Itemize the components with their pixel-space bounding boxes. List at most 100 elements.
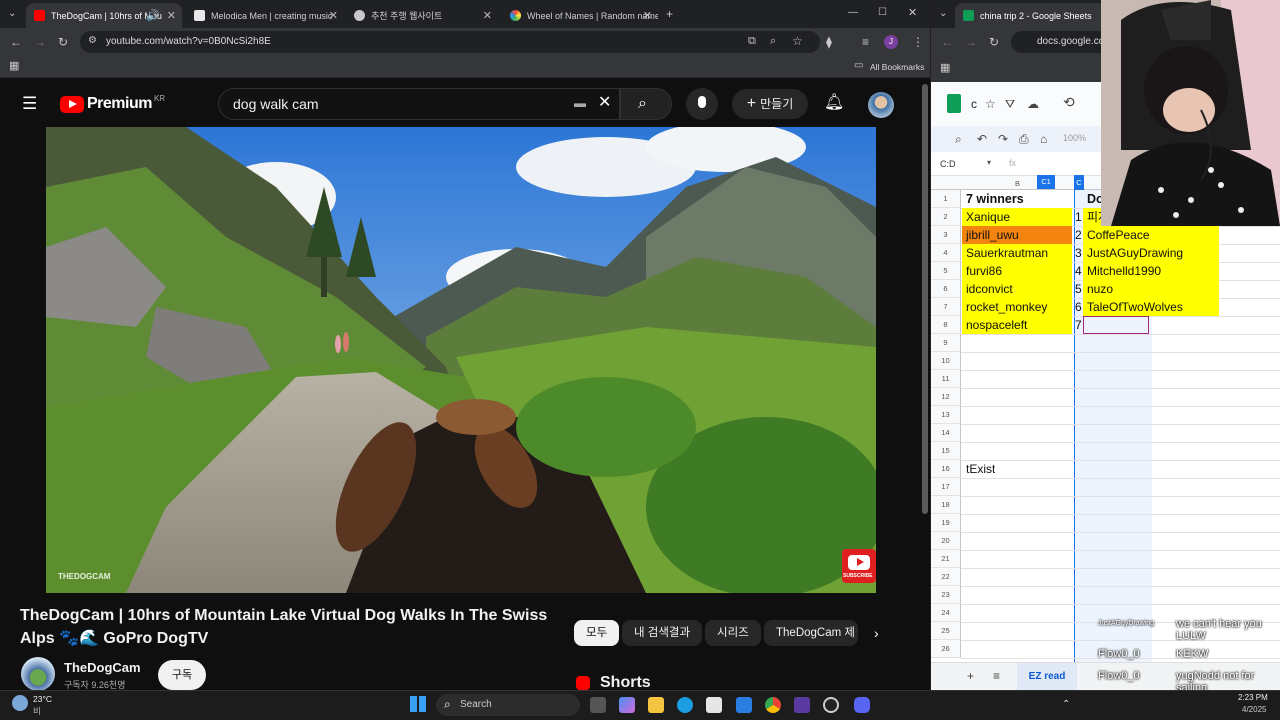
reading-list-icon[interactable]: ≡: [862, 36, 869, 48]
create-button[interactable]: + 만들기: [732, 89, 808, 119]
chip-series[interactable]: 시리즈: [705, 620, 761, 646]
search-menus-icon[interactable]: ⌕: [955, 133, 962, 145]
column-header-c1[interactable]: C1: [1037, 175, 1055, 189]
profile-avatar[interactable]: J: [884, 35, 898, 49]
tab-google-sheets[interactable]: china trip 2 - Google Sheets: [955, 3, 1105, 28]
cell-b2[interactable]: Xanique: [962, 208, 1072, 226]
row-number[interactable]: 10: [931, 352, 961, 370]
cell-b7[interactable]: rocket_monkey: [962, 298, 1072, 316]
app-icon[interactable]: [736, 697, 752, 713]
row-number[interactable]: 20: [931, 532, 961, 550]
row-number[interactable]: 11: [931, 370, 961, 388]
cell-c6[interactable]: nuzo: [1083, 280, 1219, 298]
row-number[interactable]: 21: [931, 550, 961, 568]
row-number[interactable]: 18: [931, 496, 961, 514]
spreadsheet-grid[interactable]: B C1 C 17 winners Do 2 Xanique 1 피자 3 jibrill_u…: [931, 175, 1280, 662]
taskbar-search[interactable]: ⌕ Search: [436, 694, 580, 716]
obs-icon[interactable]: [823, 697, 839, 713]
back-icon[interactable]: ←: [10, 36, 22, 48]
sheet-tab-ez-read[interactable]: EZ read: [1017, 663, 1077, 690]
channel-name[interactable]: TheDogCam: [64, 660, 141, 675]
cell-b1[interactable]: 7 winners: [962, 190, 1072, 208]
cell-b8[interactable]: nospaceleft: [962, 316, 1072, 334]
close-tab-icon[interactable]: ✕: [329, 9, 338, 22]
move-icon[interactable]: ⛛: [1005, 98, 1015, 110]
bookmark-star-icon[interactable]: ☆: [792, 35, 803, 47]
reload-icon[interactable]: ↻: [989, 36, 999, 48]
chevron-right-icon[interactable]: ›: [874, 626, 879, 640]
close-window-icon[interactable]: ✕: [908, 8, 917, 19]
row-number[interactable]: 9: [931, 334, 961, 352]
weather-temp[interactable]: 23°C: [33, 694, 52, 704]
row-number[interactable]: 25: [931, 622, 961, 640]
cell-b16[interactable]: tExist: [962, 460, 995, 478]
tab-search-icon[interactable]: ⌄: [8, 9, 16, 19]
discord-icon[interactable]: [854, 697, 870, 713]
hamburger-menu-icon[interactable]: ☰: [22, 95, 37, 112]
subscribe-button[interactable]: 구독: [158, 660, 206, 690]
redo-icon[interactable]: ↷: [998, 133, 1008, 145]
row-number[interactable]: 5: [931, 262, 961, 280]
apps-grid-icon[interactable]: ▦: [940, 63, 950, 74]
forward-icon[interactable]: →: [34, 36, 46, 48]
row-number[interactable]: 16: [931, 460, 961, 478]
tab-wheel-of-names[interactable]: Wheel of Names | Random name ✕: [502, 3, 658, 28]
row-number[interactable]: 4: [931, 244, 961, 262]
back-icon[interactable]: ←: [941, 36, 953, 48]
close-tab-icon[interactable]: ✕: [167, 9, 176, 22]
store-icon[interactable]: [706, 697, 722, 713]
close-tab-icon[interactable]: ✕: [483, 9, 492, 22]
close-tab-icon[interactable]: ✕: [643, 9, 652, 22]
forward-icon[interactable]: →: [965, 36, 977, 48]
row-number[interactable]: 3: [931, 226, 961, 244]
row-number[interactable]: 23: [931, 586, 961, 604]
all-bookmarks-link[interactable]: All Bookmarks: [870, 62, 924, 72]
scrollbar-thumb[interactable]: [922, 84, 928, 514]
new-tab-icon[interactable]: +: [666, 8, 673, 20]
clear-search-icon[interactable]: ✕: [598, 95, 611, 111]
install-icon[interactable]: ⧉: [748, 36, 756, 47]
cell-c4[interactable]: JustAGuyDrawing: [1083, 244, 1219, 262]
cell-c3[interactable]: CoffePeace: [1083, 226, 1219, 244]
row-number[interactable]: 6: [931, 280, 961, 298]
sheets-logo-icon[interactable]: [947, 94, 961, 113]
tab-search-icon[interactable]: ⌄: [939, 9, 947, 19]
zoom-select[interactable]: 100%: [1063, 133, 1086, 143]
cell-b5[interactable]: furvi86: [962, 262, 1072, 280]
reload-icon[interactable]: ↻: [58, 36, 68, 48]
notifications-bell-icon[interactable]: 🔔︎: [824, 95, 844, 111]
cell-b6[interactable]: idconvict: [962, 280, 1072, 298]
video-player[interactable]: THEDOGCAM SUBSCRIBE: [46, 127, 876, 593]
row-number[interactable]: 14: [931, 424, 961, 442]
row-number[interactable]: 2: [931, 208, 961, 226]
row-number[interactable]: 26: [931, 640, 961, 658]
row-number[interactable]: 8: [931, 316, 961, 334]
undo-icon[interactable]: ↶: [977, 133, 987, 145]
voice-search-button[interactable]: [686, 88, 718, 120]
app-icon[interactable]: [794, 697, 810, 713]
address-bar[interactable]: ⚙ youtube.com/watch?v=0B0NcSi2h8E ⧉ ⌕ ☆: [80, 31, 820, 53]
channel-avatar[interactable]: [21, 657, 55, 690]
document-title[interactable]: c: [971, 97, 977, 111]
account-avatar[interactable]: [868, 92, 894, 118]
column-header-c[interactable]: C: [1074, 175, 1084, 190]
keyboard-icon[interactable]: ▬: [574, 97, 586, 109]
tab-youtube[interactable]: TheDogCam | 10hrs of Mou 🔊 ✕: [26, 3, 182, 28]
chevron-down-icon[interactable]: ▾: [987, 159, 991, 167]
cloud-status-icon[interactable]: ☁: [1027, 98, 1039, 110]
edge-icon[interactable]: [677, 697, 693, 713]
row-number[interactable]: 13: [931, 406, 961, 424]
menu-kebab-icon[interactable]: ⋮: [912, 36, 924, 48]
cell-c7[interactable]: TaleOfTwoWolves: [1083, 298, 1219, 316]
apps-grid-icon[interactable]: ▦: [9, 61, 19, 72]
paint-format-icon[interactable]: ⌂: [1040, 133, 1047, 145]
chip-thedogcam[interactable]: TheDogCam 제: [764, 620, 858, 646]
page-scrollbar[interactable]: [921, 82, 929, 688]
chip-all[interactable]: 모두: [574, 620, 620, 646]
cell-c5[interactable]: Mitchelld1990: [1083, 262, 1219, 280]
tab-recommended[interactable]: 추천 주행 웹사이트 ✕: [346, 3, 498, 28]
subscribe-watermark-button[interactable]: SUBSCRIBE: [842, 549, 876, 583]
weather-icon[interactable]: [12, 695, 28, 711]
row-number[interactable]: 15: [931, 442, 961, 460]
row-number[interactable]: 22: [931, 568, 961, 586]
